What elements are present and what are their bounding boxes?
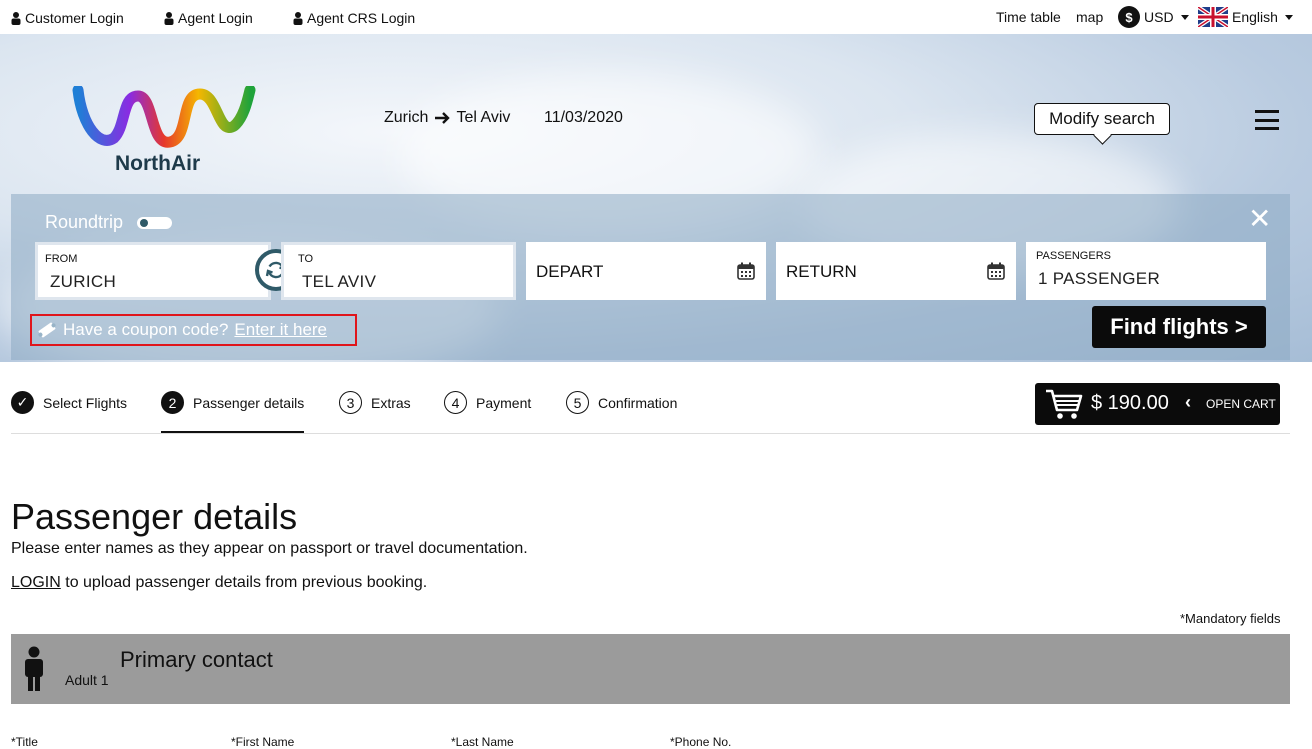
passengers-field[interactable]: PASSENGERS 1 PASSENGER	[1026, 242, 1266, 300]
roundtrip-label: Roundtrip	[45, 212, 124, 232]
depart-label: DEPART	[536, 262, 604, 281]
destination-city: Tel Aviv	[456, 109, 511, 126]
timetable-link[interactable]: Time table	[996, 9, 1061, 25]
step-number: 3	[339, 391, 362, 414]
user-icon	[293, 11, 303, 25]
contact-title: Primary contact	[120, 647, 273, 672]
step-number: 2	[161, 391, 184, 414]
brand-name: NorthAir	[115, 152, 201, 175]
mandatory-note: *Mandatory fields	[1180, 611, 1281, 626]
agent-login-link[interactable]: Agent Login	[164, 10, 253, 26]
calendar-icon	[987, 262, 1005, 280]
step-number: 5	[566, 391, 589, 414]
caret-down-icon	[1284, 14, 1293, 20]
from-label: FROM	[45, 253, 78, 265]
step-number: 4	[444, 391, 467, 414]
step-label: Payment	[476, 394, 532, 411]
coupon-row: Have a coupon code? Enter it here	[30, 314, 357, 346]
coupon-text: Have a coupon code?	[63, 320, 229, 339]
uk-flag-icon	[1198, 7, 1228, 27]
customer-login-label: Customer Login	[25, 10, 124, 26]
agent-crs-login-label: Agent CRS Login	[307, 10, 416, 26]
user-icon	[11, 11, 21, 25]
modify-search-button[interactable]: Modify search	[1034, 103, 1170, 135]
agent-crs-login-link[interactable]: Agent CRS Login	[293, 10, 415, 26]
origin-city: Zurich	[384, 109, 429, 126]
top-bar: Customer Login Agent Login Agent CRS Log…	[0, 0, 1312, 34]
open-cart-button[interactable]: $ 190.00 ‹ OPEN CART	[1035, 383, 1280, 425]
step-label: Confirmation	[598, 394, 678, 411]
travel-date: 11/03/2020	[544, 109, 623, 126]
roundtrip-toggle-row: Roundtrip	[45, 212, 173, 233]
to-label: TO	[298, 253, 314, 265]
cart-icon	[1046, 389, 1083, 419]
person-icon	[25, 646, 43, 691]
from-value: ZURICH	[50, 272, 117, 291]
open-cart-label: OPEN CART	[1206, 397, 1276, 411]
title-label: *Title	[11, 735, 38, 749]
agent-login-label: Agent Login	[178, 10, 253, 26]
passengers-label: PASSENGERS	[1036, 250, 1111, 262]
login-link[interactable]: LOGIN	[11, 574, 61, 591]
hero-banner: NorthAir Zurich Tel Aviv 11/03/2020 Modi…	[0, 34, 1312, 362]
first-name-label: *First Name	[231, 735, 295, 749]
step-confirmation[interactable]: 5 Confirmation	[566, 391, 677, 414]
login-hint: LOGIN to upload passenger details from p…	[11, 574, 427, 592]
active-step-indicator	[161, 431, 304, 433]
caret-down-icon	[1180, 14, 1189, 20]
step-label: Passenger details	[193, 394, 305, 411]
primary-contact-header[interactable]: Primary contact Adult 1	[11, 634, 1290, 704]
check-icon: ✓	[11, 391, 34, 414]
language-label: English	[1232, 9, 1278, 25]
depart-field[interactable]: DEPART	[526, 242, 766, 300]
chevron-left-icon: ‹	[1185, 392, 1191, 412]
find-flights-label: Find flights >	[1110, 314, 1248, 339]
step-extras[interactable]: 3 Extras	[339, 391, 411, 414]
language-selector[interactable]: English	[1198, 7, 1293, 27]
currency-label: USD	[1144, 9, 1174, 25]
instructions-text: Please enter names as they appear on pas…	[11, 540, 528, 557]
dollar-icon: $	[1118, 6, 1140, 28]
return-field[interactable]: RETURN	[776, 242, 1016, 300]
currency-selector[interactable]: $ USD	[1118, 6, 1189, 28]
phone-label: *Phone No.	[670, 735, 732, 749]
search-panel: Roundtrip ✕ FROM ZURICH TO TEL AVIV DEPA…	[11, 194, 1290, 360]
menu-icon[interactable]	[1255, 110, 1279, 130]
return-label: RETURN	[786, 262, 857, 281]
step-label: Extras	[371, 394, 411, 411]
cart-total: $ 190.00	[1091, 392, 1169, 414]
to-value: TEL AVIV	[302, 272, 377, 291]
to-field[interactable]: TO TEL AVIV	[281, 242, 516, 300]
coupon-link[interactable]: Enter it here	[234, 320, 327, 340]
contact-passenger-type: Adult 1	[65, 672, 109, 688]
page-title: Passenger details	[11, 496, 298, 537]
last-name-label: *Last Name	[451, 735, 514, 749]
step-passenger-details[interactable]: 2 Passenger details	[161, 391, 304, 414]
from-field[interactable]: FROM ZURICH	[35, 242, 271, 300]
close-icon[interactable]: ✕	[1248, 205, 1271, 233]
roundtrip-toggle[interactable]	[137, 216, 173, 229]
find-flights-button[interactable]: Find flights >	[1092, 306, 1266, 348]
modify-search-label: Modify search	[1049, 109, 1155, 128]
route-summary: Zurich Tel Aviv	[384, 109, 510, 127]
step-label: Select Flights	[43, 394, 128, 411]
user-icon	[164, 11, 174, 25]
arrow-right-icon	[435, 112, 451, 124]
calendar-icon	[737, 262, 755, 280]
login-hint-text: to upload passenger details from previou…	[60, 574, 428, 591]
customer-login-link[interactable]: Customer Login	[11, 10, 124, 26]
ticket-icon	[38, 322, 56, 338]
map-link[interactable]: map	[1076, 9, 1103, 25]
step-payment[interactable]: 4 Payment	[444, 391, 531, 414]
northair-logo[interactable]	[72, 86, 256, 156]
passengers-value: 1 PASSENGER	[1038, 269, 1161, 288]
step-select-flights[interactable]: ✓ Select Flights	[11, 391, 127, 414]
